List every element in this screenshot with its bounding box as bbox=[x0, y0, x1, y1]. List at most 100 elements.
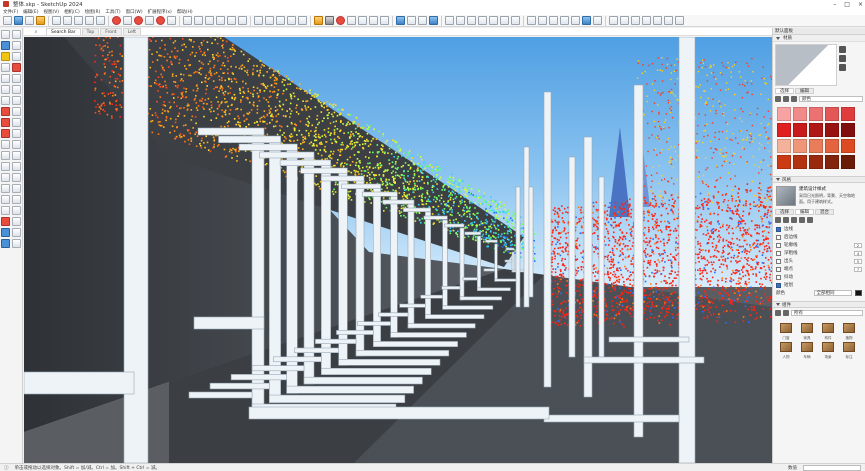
scale-tool-icon[interactable] bbox=[156, 16, 165, 25]
folder-icon[interactable] bbox=[314, 16, 323, 25]
warehouse-icon[interactable] bbox=[1, 228, 10, 237]
close-icon[interactable]: × bbox=[858, 1, 863, 8]
paint-icon[interactable] bbox=[1, 52, 10, 61]
search-icon[interactable]: ⌕ bbox=[27, 28, 45, 35]
solid-tools-icon[interactable] bbox=[675, 16, 684, 25]
menu-help[interactable]: 帮助(H) bbox=[177, 9, 193, 15]
menu-extensions[interactable]: 扩展程序(x) bbox=[148, 9, 172, 15]
freehand-icon[interactable] bbox=[12, 63, 21, 72]
cloud-upload-icon[interactable] bbox=[407, 16, 416, 25]
gear-icon[interactable] bbox=[325, 16, 334, 25]
text-tool-icon[interactable] bbox=[216, 16, 225, 25]
follow-me-icon[interactable] bbox=[12, 118, 21, 127]
section-plane-icon[interactable] bbox=[347, 16, 356, 25]
component-icon[interactable] bbox=[1, 41, 10, 50]
solid-intersect-icon[interactable] bbox=[664, 16, 673, 25]
xray-icon[interactable] bbox=[527, 16, 536, 25]
push-pull-icon[interactable] bbox=[123, 16, 132, 25]
tape-icon[interactable] bbox=[1, 140, 10, 149]
shaded-icon[interactable] bbox=[571, 16, 580, 25]
menu-camera[interactable]: 相机(C) bbox=[64, 9, 80, 15]
hidden-line-icon[interactable] bbox=[560, 16, 569, 25]
extension-manager-icon[interactable] bbox=[12, 239, 21, 248]
previous-view-icon[interactable] bbox=[298, 16, 307, 25]
viewport-render[interactable] bbox=[24, 37, 772, 463]
zoom-icon[interactable] bbox=[276, 16, 285, 25]
sandbox-icon[interactable] bbox=[380, 16, 389, 25]
left-view-icon[interactable] bbox=[511, 16, 520, 25]
scale-icon[interactable] bbox=[1, 129, 10, 138]
tab-search-bar[interactable]: Search Bar bbox=[46, 28, 81, 35]
orbit-icon[interactable] bbox=[1, 173, 10, 182]
component-icon[interactable] bbox=[358, 16, 367, 25]
orbit-icon[interactable] bbox=[254, 16, 263, 25]
rotate-icon[interactable] bbox=[1, 118, 10, 127]
zoom-icon[interactable] bbox=[1, 184, 10, 193]
zoom-extents-icon[interactable] bbox=[1, 195, 10, 204]
dimension-icon[interactable] bbox=[12, 140, 21, 149]
3d-text-icon[interactable] bbox=[238, 16, 247, 25]
eraser-icon[interactable] bbox=[25, 16, 34, 25]
eraser-icon[interactable] bbox=[12, 41, 21, 50]
solid-outer-shell-icon[interactable] bbox=[653, 16, 662, 25]
pie-icon[interactable] bbox=[12, 74, 21, 83]
solid-subtract-icon[interactable] bbox=[620, 16, 629, 25]
walk-icon[interactable] bbox=[1, 206, 10, 215]
protractor-icon[interactable] bbox=[1, 151, 10, 160]
dimension-linear-icon[interactable] bbox=[445, 16, 454, 25]
solid-split-icon[interactable] bbox=[642, 16, 651, 25]
rotate-tool-icon[interactable] bbox=[134, 16, 143, 25]
warehouse-icon[interactable] bbox=[396, 16, 405, 25]
pan-icon[interactable] bbox=[265, 16, 274, 25]
push-pull-icon[interactable] bbox=[12, 107, 21, 116]
arc-icon[interactable] bbox=[1, 74, 10, 83]
tab-top[interactable]: Top bbox=[81, 28, 100, 35]
select-tool-icon[interactable] bbox=[3, 16, 12, 25]
select-icon[interactable] bbox=[1, 30, 10, 39]
tab-front[interactable]: Front bbox=[100, 28, 122, 35]
menu-draw[interactable]: 绘图(R) bbox=[85, 9, 101, 15]
pan-icon[interactable] bbox=[12, 173, 21, 182]
text-icon[interactable] bbox=[12, 151, 21, 160]
menu-edit[interactable]: 编辑(E) bbox=[23, 9, 38, 15]
group-icon[interactable] bbox=[369, 16, 378, 25]
zoom-window-icon[interactable] bbox=[12, 184, 21, 193]
back-view-icon[interactable] bbox=[500, 16, 509, 25]
modeling-viewport[interactable] bbox=[24, 37, 772, 463]
wireframe-icon[interactable] bbox=[549, 16, 558, 25]
extension-icon[interactable] bbox=[429, 16, 438, 25]
solid-union-icon[interactable] bbox=[609, 16, 618, 25]
move-tool-icon[interactable] bbox=[112, 16, 121, 25]
tag-icon[interactable] bbox=[12, 52, 21, 61]
minimize-icon[interactable]: – bbox=[833, 1, 836, 8]
axes-tool-icon[interactable] bbox=[227, 16, 236, 25]
maximize-icon[interactable]: □ bbox=[844, 1, 850, 8]
section-display-icon[interactable] bbox=[12, 217, 21, 226]
3d-text-icon[interactable] bbox=[12, 162, 21, 171]
menu-window[interactable]: 窗口(W) bbox=[126, 9, 143, 15]
back-edges-icon[interactable] bbox=[538, 16, 547, 25]
make-component-icon[interactable] bbox=[14, 16, 23, 25]
layout-icon[interactable] bbox=[1, 239, 10, 248]
move-icon[interactable] bbox=[1, 107, 10, 116]
extension-warehouse-icon[interactable] bbox=[12, 228, 21, 237]
rectangle-icon[interactable] bbox=[1, 85, 10, 94]
section-plane-icon[interactable] bbox=[1, 217, 10, 226]
line-icon[interactable] bbox=[1, 63, 10, 72]
monochrome-icon[interactable] bbox=[593, 16, 602, 25]
solid-trim-icon[interactable] bbox=[631, 16, 640, 25]
stop-icon[interactable] bbox=[336, 16, 345, 25]
menu-view[interactable]: 视图(V) bbox=[43, 9, 59, 15]
dimension-icon[interactable] bbox=[194, 16, 203, 25]
look-around-icon[interactable] bbox=[12, 206, 21, 215]
rotated-rectangle-icon[interactable] bbox=[12, 85, 21, 94]
front-view-icon[interactable] bbox=[478, 16, 487, 25]
zoom-extents-icon[interactable] bbox=[287, 16, 296, 25]
circle-tool-icon[interactable] bbox=[85, 16, 94, 25]
menu-tools[interactable]: 工具(T) bbox=[105, 9, 120, 15]
circle-icon[interactable] bbox=[1, 96, 10, 105]
arc-tool-icon[interactable] bbox=[63, 16, 72, 25]
tape-measure-icon[interactable] bbox=[183, 16, 192, 25]
right-view-icon[interactable] bbox=[489, 16, 498, 25]
rectangle-tool-icon[interactable] bbox=[74, 16, 83, 25]
